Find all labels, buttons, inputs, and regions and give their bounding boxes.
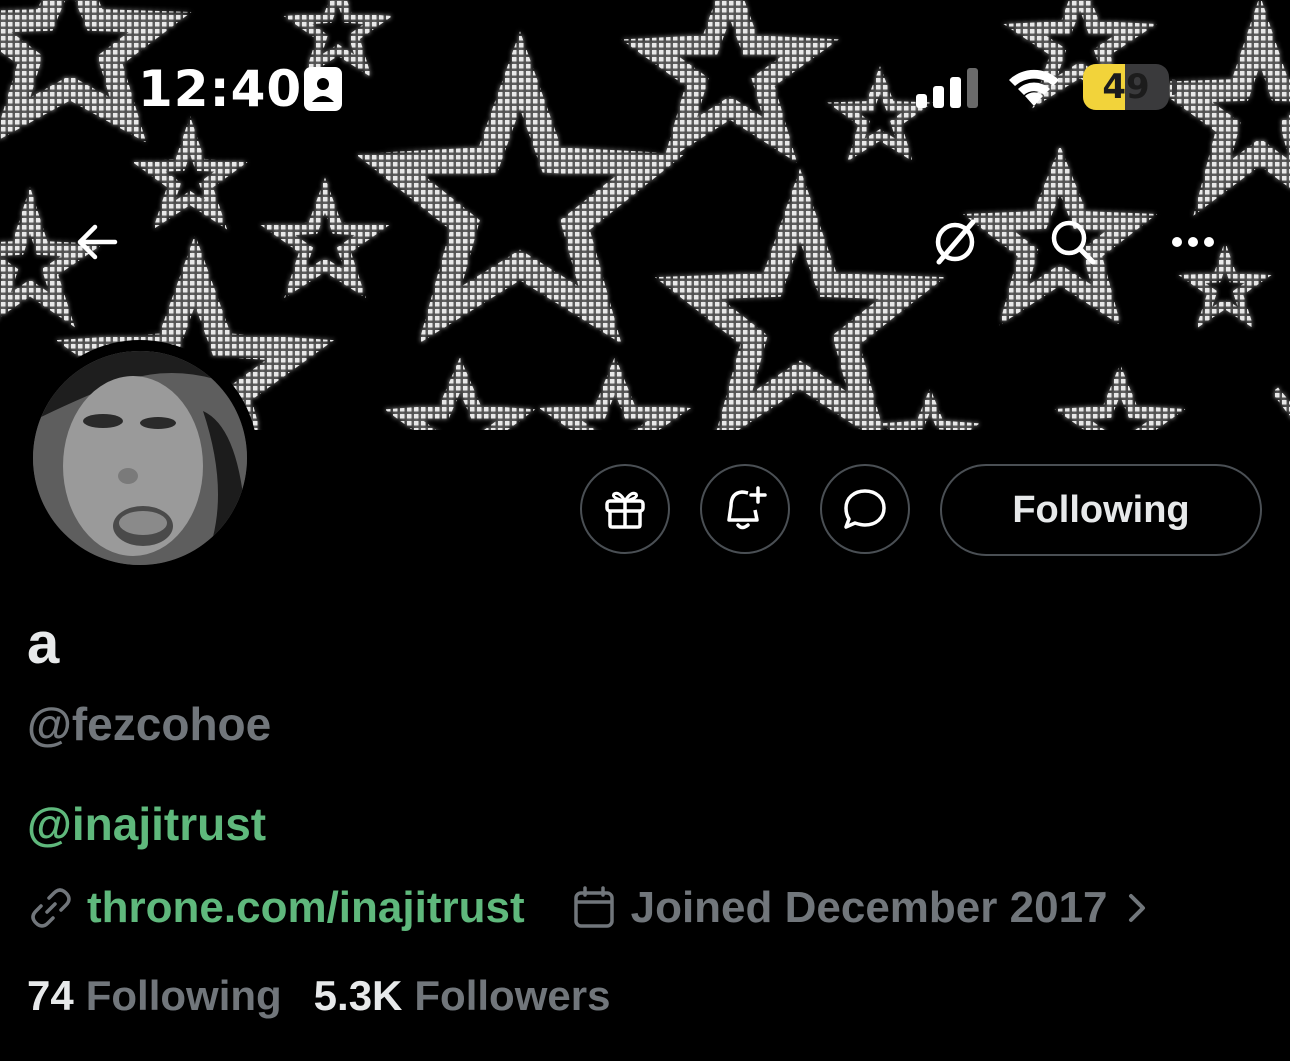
following-count: 74 bbox=[27, 972, 74, 1019]
battery-percent: 49 bbox=[1102, 67, 1150, 107]
followers-label: Followers bbox=[414, 972, 611, 1019]
status-time: 12:40 bbox=[138, 60, 303, 118]
display-name: a bbox=[27, 611, 60, 676]
chevron-right-icon[interactable] bbox=[1122, 888, 1152, 928]
following-button[interactable]: Following bbox=[940, 464, 1262, 556]
bio-mention-link[interactable]: @inajitrust bbox=[27, 797, 266, 851]
gift-icon bbox=[605, 491, 645, 529]
contact-card-icon bbox=[303, 66, 343, 116]
follow-stats: 74 Following 5.3K Followers bbox=[27, 972, 610, 1020]
website-link[interactable]: throne.com/inajitrust bbox=[87, 883, 525, 933]
user-handle: @fezcohoe bbox=[27, 698, 272, 750]
back-arrow-icon bbox=[77, 224, 118, 260]
message-bubble-icon bbox=[844, 489, 886, 529]
more-icon bbox=[1172, 237, 1214, 247]
more-button[interactable] bbox=[1158, 207, 1228, 277]
search-button[interactable] bbox=[1038, 207, 1108, 277]
cellular-signal-icon bbox=[916, 66, 982, 112]
grok-icon bbox=[935, 219, 976, 265]
bell-plus-icon bbox=[727, 486, 767, 530]
followers-stat[interactable]: 5.3K Followers bbox=[314, 972, 611, 1020]
back-button[interactable] bbox=[62, 207, 132, 277]
search-icon bbox=[1051, 220, 1096, 265]
grok-button[interactable] bbox=[920, 207, 990, 277]
profile-avatar[interactable] bbox=[22, 340, 258, 576]
message-button[interactable] bbox=[820, 464, 910, 554]
avatar-image bbox=[33, 351, 247, 565]
followers-count: 5.3K bbox=[313, 972, 403, 1019]
profile-meta-row: throne.com/inajitrust Joined December 20… bbox=[27, 880, 1152, 936]
gift-button[interactable] bbox=[580, 464, 670, 554]
calendar-icon bbox=[573, 886, 614, 928]
link-icon bbox=[31, 888, 71, 928]
wifi-icon bbox=[1003, 62, 1065, 112]
following-stat[interactable]: 74 Following bbox=[27, 972, 282, 1020]
joined-date[interactable]: Joined December 2017 bbox=[631, 883, 1108, 933]
notify-button[interactable] bbox=[700, 464, 790, 554]
status-bar: 12:40 49 bbox=[0, 0, 1290, 180]
following-label: Following bbox=[85, 972, 282, 1019]
